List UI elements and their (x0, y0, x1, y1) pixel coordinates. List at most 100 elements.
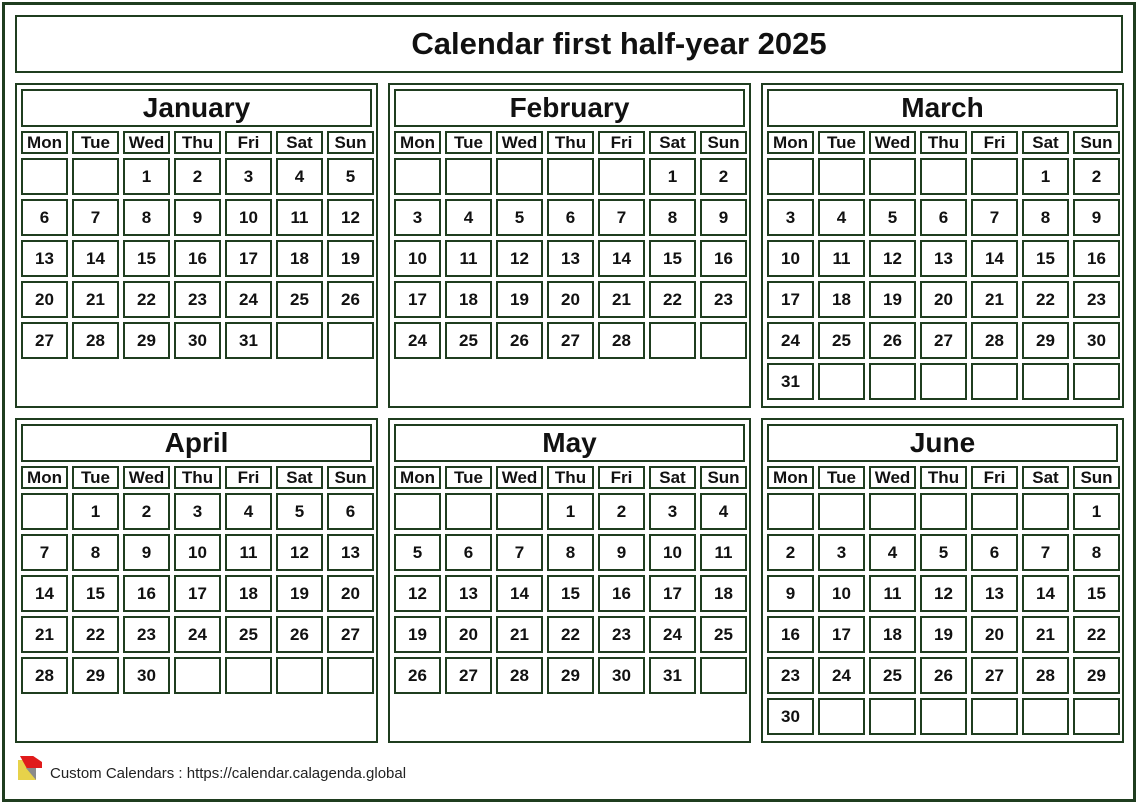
week-row: 2345678 (767, 534, 1120, 571)
day-cell: 22 (1073, 616, 1120, 653)
day-cell: 6 (445, 534, 492, 571)
day-cell: 18 (445, 281, 492, 318)
day-cell: 20 (547, 281, 594, 318)
day-cell: 16 (598, 575, 645, 612)
day-cell (1073, 363, 1120, 400)
day-cell: 4 (700, 493, 747, 530)
day-cell: 11 (700, 534, 747, 571)
day-cell: 4 (225, 493, 272, 530)
day-cell: 27 (547, 322, 594, 359)
day-cell: 11 (818, 240, 865, 277)
day-cell: 18 (700, 575, 747, 612)
day-cell (276, 322, 323, 359)
day-cell: 10 (174, 534, 221, 571)
weekday-header: Wed (869, 131, 916, 154)
weekday-header: Mon (767, 466, 814, 489)
month-february: February Mon Tue Wed Thu Fri Sat Sun 1 2 3 4 5 6 7 8 9 10… (388, 83, 751, 408)
day-cell: 13 (547, 240, 594, 277)
page-title: Calendar first half-year 2025 (411, 26, 827, 61)
day-cell: 25 (276, 281, 323, 318)
day-cell: 15 (649, 240, 696, 277)
week-row: 23 24 25 26 27 28 29 (767, 657, 1120, 694)
day-cell (818, 363, 865, 400)
day-cell: 7 (72, 199, 119, 236)
day-cell: 14 (72, 240, 119, 277)
day-cell: 2 (174, 158, 221, 195)
day-cell: 9 (174, 199, 221, 236)
day-cell (21, 493, 68, 530)
weekday-header: Sat (276, 131, 323, 154)
day-cell: 25 (225, 616, 272, 653)
day-cell: 8 (649, 199, 696, 236)
day-cell: 3 (174, 493, 221, 530)
day-cell (225, 657, 272, 694)
day-cell: 14 (598, 240, 645, 277)
day-cell: 19 (276, 575, 323, 612)
day-cell (1022, 698, 1069, 735)
day-cell: 18 (276, 240, 323, 277)
day-cell (971, 493, 1018, 530)
day-cell: 29 (123, 322, 170, 359)
week-row: 12 (767, 158, 1120, 195)
week-row: 24 25 26 27 28 29 30 (767, 322, 1120, 359)
day-cell: 7 (21, 534, 68, 571)
day-cell: 17 (818, 616, 865, 653)
day-cell (869, 493, 916, 530)
day-cell: 5 (276, 493, 323, 530)
day-cell (327, 657, 374, 694)
day-cell: 15 (123, 240, 170, 277)
day-cell: 16 (174, 240, 221, 277)
day-cell (327, 322, 374, 359)
day-cell: 7 (971, 199, 1018, 236)
day-cell: 17 (174, 575, 221, 612)
day-cell: 21 (1022, 616, 1069, 653)
day-cell: 16 (1073, 240, 1120, 277)
weekday-header: Mon (21, 131, 68, 154)
day-cell: 28 (21, 657, 68, 694)
week-row: 20 21 22 23 24 25 26 (21, 281, 374, 318)
week-row: 26 27 28 29 30 31 (394, 657, 747, 694)
day-cell: 15 (1022, 240, 1069, 277)
day-cell (869, 363, 916, 400)
day-cell: 15 (547, 575, 594, 612)
weekday-header: Tue (445, 131, 492, 154)
weekday-header: Mon (767, 131, 814, 154)
day-cell: 21 (971, 281, 1018, 318)
day-cell: 5 (496, 199, 543, 236)
day-cell: 9 (598, 534, 645, 571)
weekday-header: Tue (72, 131, 119, 154)
day-cell: 27 (445, 657, 492, 694)
day-cell (920, 698, 967, 735)
day-cell: 11 (869, 575, 916, 612)
month-january: January Mon Tue Wed Thu Fri Sat Sun 1 2 3 4 5 6 7 8 9 10 1… (15, 83, 378, 408)
day-cell: 26 (276, 616, 323, 653)
day-cell (598, 158, 645, 195)
weekday-header: Sat (649, 466, 696, 489)
day-cell: 11 (225, 534, 272, 571)
week-row: 27 28 29 30 31 (21, 322, 374, 359)
week-row: 24 25 26 27 28 (394, 322, 747, 359)
day-cell: 4 (276, 158, 323, 195)
day-cell: 13 (971, 575, 1018, 612)
title-box: Calendar first half-year 2025 (15, 15, 1123, 73)
day-cell (700, 657, 747, 694)
week-row: 19 20 21 22 23 24 25 (394, 616, 747, 653)
day-cell: 2 (767, 534, 814, 571)
day-cell (174, 657, 221, 694)
day-cell: 30 (598, 657, 645, 694)
weekday-header: Thu (174, 131, 221, 154)
day-cell: 24 (174, 616, 221, 653)
footer: Custom Calendars : https://calendar.cala… (18, 756, 406, 782)
day-cell (1073, 698, 1120, 735)
day-cell: 12 (869, 240, 916, 277)
day-cell (649, 322, 696, 359)
day-cell: 20 (920, 281, 967, 318)
day-cell: 12 (327, 199, 374, 236)
day-cell: 22 (72, 616, 119, 653)
day-cell: 28 (598, 322, 645, 359)
day-cell: 21 (598, 281, 645, 318)
day-cell: 12 (394, 575, 441, 612)
day-cell: 26 (327, 281, 374, 318)
day-cell: 30 (767, 698, 814, 735)
day-cell: 6 (920, 199, 967, 236)
